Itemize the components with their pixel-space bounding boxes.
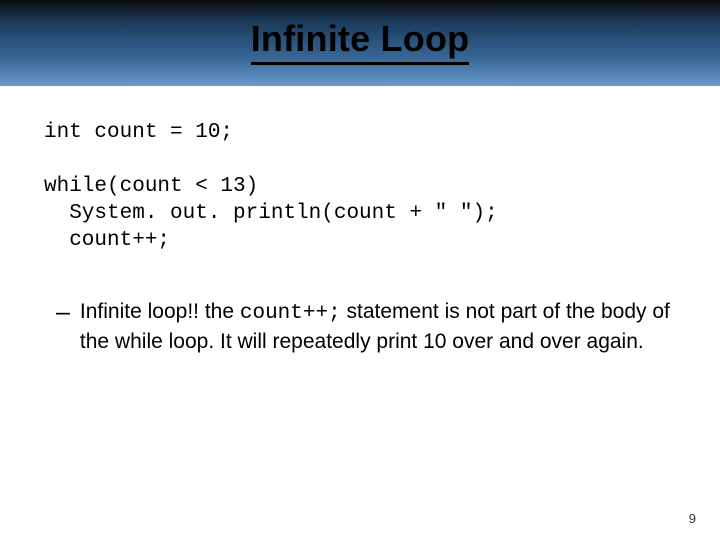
bullet-seg: Infinite loop!! the [80,300,240,323]
code-block: int count = 10; while(count < 13) System… [44,120,676,254]
code-line: while(count < 13) [44,175,258,198]
title-bar: Infinite Loop [0,0,720,86]
code-line: count++; [44,229,170,252]
page-number: 9 [689,511,696,526]
bullet-dash-icon: – [56,299,70,327]
bullet-item: – Infinite loop!! the count++; statement… [44,298,676,355]
code-line: int count = 10; [44,121,233,144]
slide-body: int count = 10; while(count < 13) System… [0,86,720,355]
bullet-text: Infinite loop!! the count++; statement i… [80,298,676,355]
slide-title: Infinite Loop [251,18,470,65]
code-line: System. out. println(count + " "); [44,202,498,225]
inline-code: count++; [240,302,341,325]
slide: Infinite Loop int count = 10; while(coun… [0,0,720,540]
